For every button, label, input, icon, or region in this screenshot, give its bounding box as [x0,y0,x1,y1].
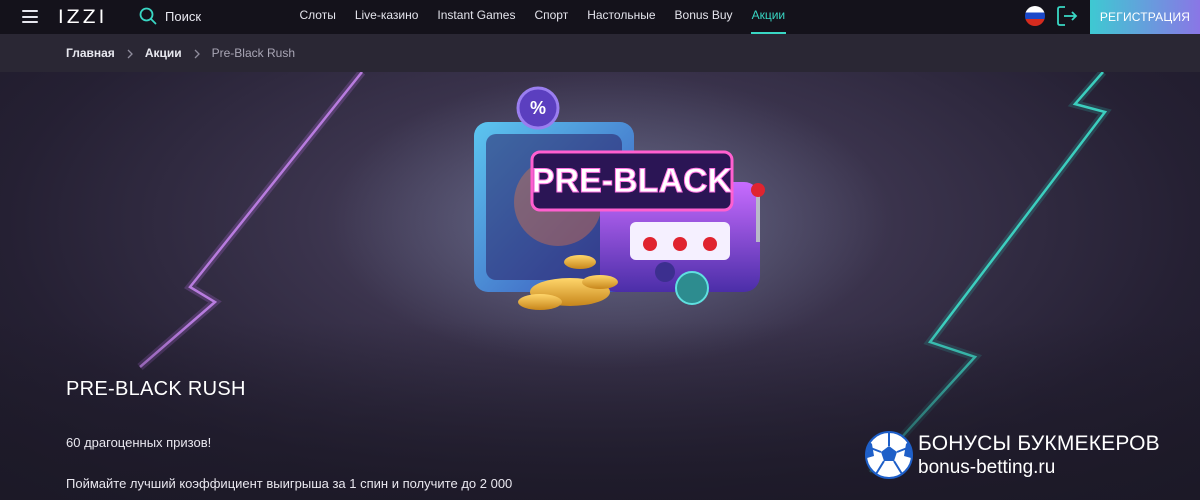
nav-item-instant-games[interactable]: Instant Games [428,0,525,34]
chevron-right-icon [182,46,212,60]
register-button[interactable]: РЕГИСТРАЦИЯ [1090,0,1200,34]
breadcrumb-current: Pre-Black Rush [211,46,295,60]
soccer-ball-icon [865,431,913,479]
nav-item-bonus-buy[interactable]: Bonus Buy [665,0,742,34]
breadcrumb: Главная Акции Pre-Black Rush [0,34,1200,72]
login-icon[interactable] [1056,5,1078,27]
illustration-banner-text: PRE-BLACK [532,162,733,200]
menu-icon[interactable] [22,10,38,23]
nav-item-promotions[interactable]: Акции [742,0,795,34]
site-logo[interactable]: IZZI [58,6,107,28]
promo-illustration: PRE-BLACK % [460,82,780,332]
nav-item-table-games[interactable]: Настольные [578,0,665,34]
watermark-title: БОНУСЫ БУКМЕКЕРОВ [918,432,1160,455]
top-navigation-bar: IZZI Поиск Слоты Live-казино Instant Gam… [0,0,1200,34]
search-label: Поиск [165,8,202,24]
breadcrumb-promotions[interactable]: Акции [145,46,182,60]
main-nav: Слоты Live-казино Instant Games Спорт На… [290,0,795,34]
watermark-domain: bonus-betting.ru [918,457,1056,478]
watermark: БОНУСЫ БУКМЕКЕРОВ bonus-betting.ru [864,430,1184,492]
ru-flag-icon[interactable] [1025,6,1045,26]
search-button[interactable]: Поиск [139,6,201,26]
promo-subtitle: 60 драгоценных призов! [66,435,212,450]
search-icon [139,7,157,25]
chevron-right-icon [115,46,145,60]
nav-item-live-casino[interactable]: Live-казино [345,0,428,34]
nav-item-sport[interactable]: Спорт [525,0,578,34]
breadcrumb-home[interactable]: Главная [66,46,115,60]
nav-item-slots[interactable]: Слоты [290,0,345,34]
promo-title: PRE-BLACK RUSH [66,378,246,400]
percent-chip-icon: % [530,98,546,118]
promo-description: Поймайте лучший коэффициент выигрыша за … [66,476,513,491]
promo-hero: PRE-BLACK % PRE-BLACK RUSH 60 драгоценны… [0,72,1200,500]
